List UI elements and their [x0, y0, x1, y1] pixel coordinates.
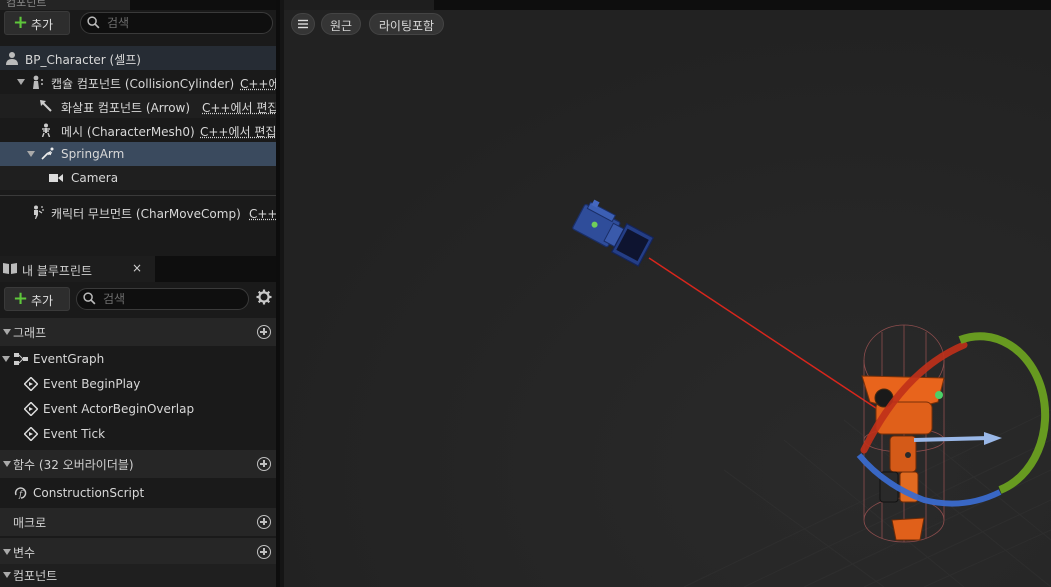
tree-item-mesh[interactable]: 메시 (CharacterMesh0) C++에서 편집 [0, 118, 276, 142]
components-search-input[interactable] [107, 15, 227, 31]
tree-item-capsule-label: 캡슐 컴포넌트 (CollisionCylinder) [51, 77, 235, 91]
perspective-button[interactable]: 원근 [321, 13, 361, 35]
camera-icon [49, 174, 63, 182]
my-blueprint-add-button[interactable]: + 추가 [4, 287, 70, 311]
tree-item-camera-label: Camera [71, 171, 119, 185]
plus-icon: + [13, 288, 29, 309]
components-search[interactable] [80, 12, 273, 34]
edit-in-cpp-link[interactable]: C++에서 편집 [202, 99, 278, 116]
tree-item-movement-label: 캐릭터 무브먼트 (CharMoveComp) [51, 207, 241, 221]
my-blueprint-toolbar: + 추가 [0, 285, 280, 313]
event-icon [24, 402, 38, 416]
my-blueprint-tab-bar: 내 블루프린트 × [0, 256, 280, 282]
search-icon [87, 16, 100, 29]
add-function-icon[interactable] [257, 457, 271, 471]
list-item-eventgraph[interactable]: EventGraph [0, 347, 280, 372]
my-blueprint-tab-title: 내 블루프린트 [22, 264, 93, 278]
tree-item-arrow-label: 화살표 컴포넌트 (Arrow) [61, 101, 191, 115]
tree-item-root-label: BP_Character (셀프) [25, 53, 141, 67]
function-icon: f [14, 487, 27, 500]
pawn-icon [6, 52, 18, 65]
section-macros[interactable]: 매크로 [0, 508, 280, 536]
add-graph-icon[interactable] [257, 325, 271, 339]
list-item-construction-script[interactable]: f ConstructionScript [0, 481, 280, 506]
skeleton-icon [41, 123, 51, 137]
chevron-down-icon[interactable] [17, 79, 25, 85]
viewport[interactable]: 원근 라이팅포함 [284, 0, 1051, 587]
section-components-title: 컴포넌트 [13, 569, 58, 583]
chevron-down-icon [3, 549, 11, 555]
list-item-construction-script-label: ConstructionScript [33, 486, 145, 500]
hamburger-icon [298, 19, 308, 29]
tree-item-camera[interactable]: Camera [0, 166, 276, 190]
add-macro-icon[interactable] [257, 515, 271, 529]
components-toolbar: + 추가 [0, 9, 280, 37]
list-item-eventgraph-label: EventGraph [33, 352, 105, 366]
tree-item-springarm-label: SpringArm [61, 147, 125, 161]
list-item-event-label: Event BeginPlay [43, 377, 141, 391]
section-functions-title: 함수 (32 오버라이더블) [13, 458, 134, 472]
chevron-down-icon[interactable] [27, 151, 35, 157]
components-add-label: 추가 [31, 18, 54, 32]
chevron-down-icon[interactable] [2, 356, 10, 362]
viewport-menu-button[interactable] [291, 13, 315, 35]
character-movement-icon [34, 205, 44, 219]
event-icon [24, 377, 38, 391]
my-blueprint-search-input[interactable] [103, 291, 223, 307]
graph-icon [14, 353, 28, 365]
tree-item-movement[interactable]: 캐릭터 무브먼트 (CharMoveComp) C++에서 편집 [0, 200, 280, 224]
tree-item-capsule[interactable]: 캡슐 컴포넌트 (CollisionCylinder) C++에서 편집 [0, 70, 280, 94]
divider [0, 195, 276, 196]
section-variables[interactable]: 변수 [0, 538, 280, 566]
chevron-down-icon [3, 329, 11, 335]
section-graphs[interactable]: 그래프 [0, 318, 280, 346]
search-icon [83, 292, 96, 305]
plus-icon: + [13, 12, 29, 33]
list-item-event-label: Event Tick [43, 427, 106, 441]
my-blueprint-add-label: 추가 [31, 294, 54, 308]
capsule-icon [33, 75, 43, 89]
section-variables-title: 변수 [13, 546, 36, 560]
event-icon [24, 427, 38, 441]
my-blueprint-search[interactable] [76, 288, 249, 310]
left-panel: 컴포넌트 + 추가 BP_Character (셀프) 캡슐 컴포넌트 (Col… [0, 0, 280, 587]
tree-item-arrow[interactable]: 화살표 컴포넌트 (Arrow) C++에서 편집 [0, 94, 278, 118]
components-add-button[interactable]: + 추가 [4, 11, 70, 35]
spring-arm-icon [41, 147, 54, 160]
perspective-label: 원근 [329, 19, 353, 33]
section-functions[interactable]: 함수 (32 오버라이더블) [0, 450, 280, 478]
list-item-event-label: Event ActorBeginOverlap [43, 402, 195, 416]
book-icon [3, 263, 17, 274]
tree-item-springarm[interactable]: SpringArm [0, 142, 276, 166]
section-components[interactable]: 컴포넌트 [0, 564, 280, 587]
section-graphs-title: 그래프 [13, 326, 47, 340]
section-macros-title: 매크로 [13, 516, 47, 530]
tree-item-mesh-label: 메시 (CharacterMesh0) [61, 125, 195, 139]
my-blueprint-tab[interactable]: 내 블루프린트 × [0, 256, 155, 282]
list-item-event[interactable]: Event Tick [0, 422, 280, 447]
tree-item-root[interactable]: BP_Character (셀프) [0, 46, 276, 70]
components-tree: BP_Character (셀프) 캡슐 컴포넌트 (CollisionCyli… [0, 46, 280, 224]
edit-in-cpp-link[interactable]: C++에서 편집 [240, 75, 280, 92]
viewport-scene[interactable] [284, 0, 1051, 587]
lighting-mode-button[interactable]: 라이팅포함 [369, 13, 444, 35]
add-variable-icon[interactable] [257, 545, 271, 559]
lighting-mode-label: 라이팅포함 [378, 19, 435, 33]
arrow-component-icon [40, 100, 52, 112]
list-item-event[interactable]: Event ActorBeginOverlap [0, 397, 280, 422]
svg-text:f: f [18, 490, 24, 500]
list-item-event[interactable]: Event BeginPlay [0, 372, 280, 397]
gear-icon[interactable] [256, 289, 272, 305]
chevron-down-icon [3, 572, 11, 578]
chevron-down-icon [3, 461, 11, 467]
panel-splitter[interactable] [276, 0, 280, 587]
edit-in-cpp-link[interactable]: C++에서 편집 [200, 123, 276, 140]
close-icon[interactable]: × [132, 261, 142, 275]
